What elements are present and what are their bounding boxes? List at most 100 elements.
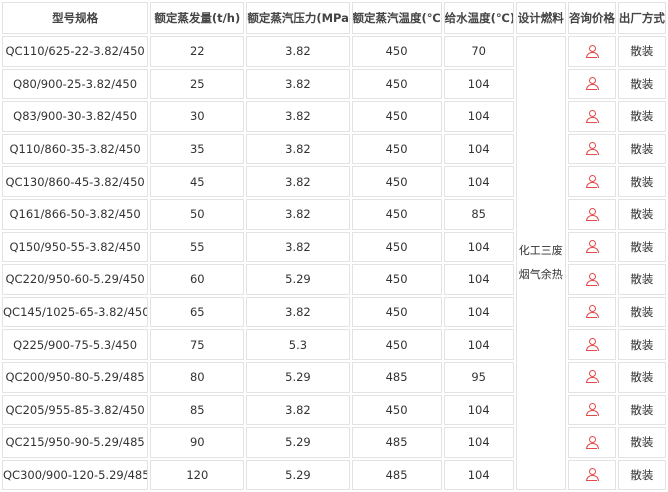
person-icon[interactable] [585,435,599,450]
table-row: Q110/860-35-3.82/450 35 3.82 450 104 散装 [2,133,666,165]
person-icon[interactable] [585,240,599,254]
cell-pressure: 3.82 [246,296,350,328]
cell-capacity: 80 [150,361,245,393]
cell-inquiry[interactable] [567,101,616,132]
person-icon[interactable] [585,403,599,417]
table-row: QC200/950-80-5.29/485 80 5.29 485 95 散装 [2,361,666,393]
person-icon[interactable] [585,305,599,319]
cell-feedwater: 104 [443,133,514,165]
person-icon[interactable] [585,77,599,91]
cell-pressure: 3.82 [246,36,350,67]
boiler-spec-table: 型号规格 额定蒸发量(t/h) 额定蒸汽压力(MPa) 额定蒸汽温度(℃) 给水… [0,0,668,492]
table-row: Q83/900-30-3.82/450 30 3.82 450 104 散装 [2,101,666,132]
cell-model: Q150/950-55-3.82/450 [2,231,149,263]
header-delivery: 出厂方式 [617,2,666,34]
cell-model: Q110/860-35-3.82/450 [2,133,149,165]
cell-inquiry[interactable] [567,296,616,328]
person-icon[interactable] [585,142,599,156]
cell-inquiry[interactable] [567,394,616,426]
cell-feedwater: 104 [443,427,514,458]
cell-temperature: 450 [351,231,442,263]
cell-model: Q161/866-50-3.82/450 [2,198,149,230]
cell-pressure: 3.82 [246,198,350,230]
table-row: QC220/950-60-5.29/450 60 5.29 450 104 散装 [2,264,666,295]
cell-temperature: 450 [351,36,442,67]
cell-inquiry[interactable] [567,68,616,100]
person-icon[interactable] [585,44,599,59]
cell-delivery: 散装 [617,264,666,295]
cell-inquiry[interactable] [567,198,616,230]
cell-capacity: 120 [150,459,245,491]
cell-temperature: 450 [351,101,442,132]
cell-inquiry[interactable] [567,133,616,165]
table-row: QC145/1025-65-3.82/450 65 3.82 450 104 散装 [2,296,666,328]
cell-pressure: 3.82 [246,166,350,197]
table-row: Q161/866-50-3.82/450 50 3.82 450 85 散装 [2,198,666,230]
person-icon[interactable] [585,272,599,287]
cell-pressure: 3.82 [246,133,350,165]
cell-feedwater: 104 [443,231,514,263]
cell-inquiry[interactable] [567,329,616,360]
cell-inquiry[interactable] [567,264,616,295]
cell-feedwater: 104 [443,264,514,295]
cell-temperature: 485 [351,427,442,458]
cell-capacity: 22 [150,36,245,67]
cell-model: QC130/860-45-3.82/450 [2,166,149,197]
cell-model: QC205/955-85-3.82/450 [2,394,149,426]
spec-table-container: 型号规格 额定蒸发量(t/h) 额定蒸汽压力(MPa) 额定蒸汽温度(℃) 给水… [0,0,668,491]
cell-capacity: 30 [150,101,245,132]
cell-capacity: 90 [150,427,245,458]
fuel-line: 烟气余热 [518,268,563,282]
cell-pressure: 5.29 [246,459,350,491]
cell-feedwater: 95 [443,361,514,393]
cell-feedwater: 104 [443,101,514,132]
cell-temperature: 450 [351,68,442,100]
cell-capacity: 75 [150,329,245,360]
cell-pressure: 5.29 [246,427,350,458]
cell-inquiry[interactable] [567,166,616,197]
table-row: QC130/860-45-3.82/450 45 3.82 450 104 散装 [2,166,666,197]
cell-pressure: 3.82 [246,68,350,100]
table-row: QC205/955-85-3.82/450 85 3.82 450 104 散装 [2,394,666,426]
cell-fuel: 化工三废 烟气余热 [515,36,566,491]
cell-delivery: 散装 [617,427,666,458]
cell-inquiry[interactable] [567,36,616,67]
cell-model: QC110/625-22-3.82/450 [2,36,149,67]
cell-feedwater: 104 [443,68,514,100]
table-header-row: 型号规格 额定蒸发量(t/h) 额定蒸汽压力(MPa) 额定蒸汽温度(℃) 给水… [2,2,666,34]
cell-model: QC220/950-60-5.29/450 [2,264,149,295]
header-feedwater: 给水温度(℃) [443,2,514,34]
cell-capacity: 25 [150,68,245,100]
person-icon[interactable] [585,468,599,482]
header-inquiry: 咨询价格 [567,2,616,34]
cell-inquiry[interactable] [567,231,616,263]
cell-capacity: 50 [150,198,245,230]
header-temperature: 额定蒸汽温度(℃) [351,2,442,34]
header-capacity: 额定蒸发量(t/h) [150,2,245,34]
cell-inquiry[interactable] [567,427,616,458]
cell-pressure: 5.29 [246,264,350,295]
person-icon[interactable] [585,174,599,189]
person-icon[interactable] [585,337,599,352]
cell-temperature: 450 [351,166,442,197]
person-icon[interactable] [585,109,599,124]
table-row: Q225/900-75-5.3/450 75 5.3 450 104 散装 [2,329,666,360]
cell-model: QC215/950-90-5.29/485 [2,427,149,458]
cell-temperature: 485 [351,459,442,491]
person-icon[interactable] [585,207,599,222]
cell-delivery: 散装 [617,394,666,426]
person-icon[interactable] [585,370,599,384]
cell-inquiry[interactable] [567,459,616,491]
cell-temperature: 485 [351,361,442,393]
cell-capacity: 85 [150,394,245,426]
cell-pressure: 5.29 [246,361,350,393]
cell-model: QC300/900-120-5.29/485 [2,459,149,491]
cell-inquiry[interactable] [567,361,616,393]
cell-temperature: 450 [351,394,442,426]
table-row: Q80/900-25-3.82/450 25 3.82 450 104 散装 [2,68,666,100]
table-row: QC300/900-120-5.29/485 120 5.29 485 104 散装 [2,459,666,491]
cell-model: Q80/900-25-3.82/450 [2,68,149,100]
cell-pressure: 3.82 [246,394,350,426]
cell-model: QC200/950-80-5.29/485 [2,361,149,393]
cell-delivery: 散装 [617,231,666,263]
